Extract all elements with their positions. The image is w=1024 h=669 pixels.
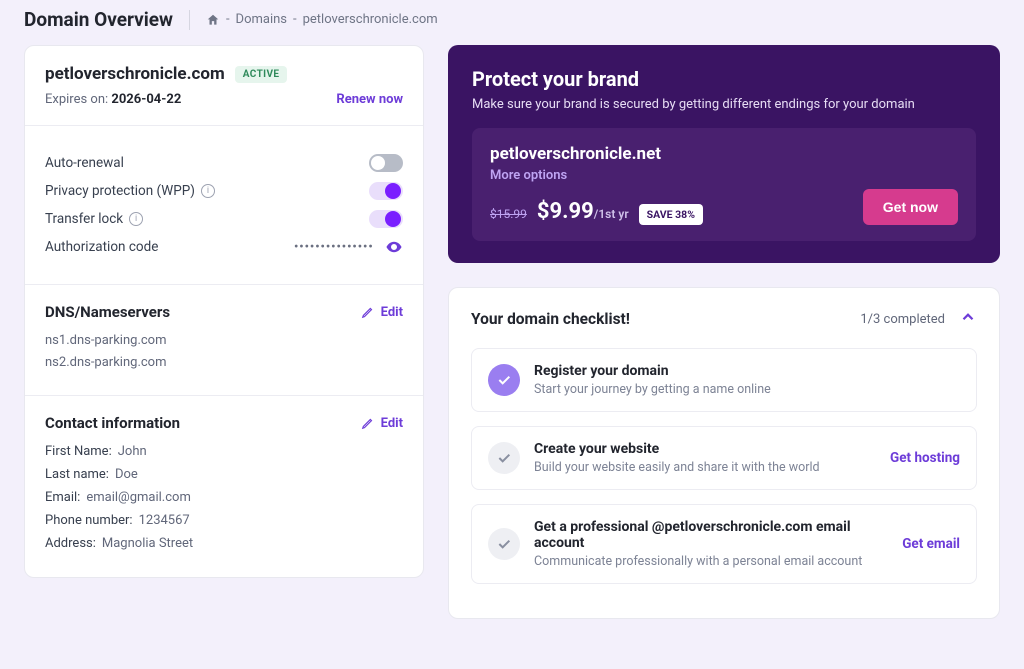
divider — [189, 10, 190, 30]
check-done-icon — [488, 364, 520, 396]
checklist-item-title: Get a professional @petloverschronicle.c… — [534, 519, 888, 551]
check-todo-icon — [488, 442, 520, 474]
new-price: $9.99/1st yr — [537, 199, 629, 224]
checklist-card: Your domain checklist! 1/3 completed Reg… — [448, 287, 1000, 619]
nameserver-2: ns2.dns-parking.com — [45, 355, 403, 370]
pencil-icon — [361, 416, 375, 430]
get-email-link[interactable]: Get email — [902, 536, 960, 552]
collapse-icon[interactable] — [959, 308, 977, 330]
privacy-toggle[interactable] — [369, 182, 403, 200]
dns-edit-link[interactable]: Edit — [361, 305, 403, 320]
checklist-item-desc: Start your journey by getting a name onl… — [534, 382, 960, 397]
privacy-label: Privacy protection (WPP) — [45, 183, 195, 199]
contact-title: Contact information — [45, 414, 180, 432]
domain-name: petloverschronicle.com — [45, 64, 225, 84]
save-badge: SAVE 38% — [639, 204, 703, 225]
pencil-icon — [361, 305, 375, 319]
breadcrumb-domains[interactable]: Domains — [236, 12, 287, 27]
contact-last-name: Last name:Doe — [45, 467, 403, 482]
contact-edit-link[interactable]: Edit — [361, 416, 403, 431]
breadcrumb-sep: - — [226, 12, 230, 27]
check-todo-icon — [488, 528, 520, 560]
get-hosting-link[interactable]: Get hosting — [890, 450, 960, 466]
more-options-link[interactable]: More options — [490, 168, 863, 183]
breadcrumb-sep: - — [293, 12, 297, 27]
contact-address: Address:Magnolia Street — [45, 536, 403, 551]
brand-subtitle: Make sure your brand is secured by getti… — [472, 97, 976, 112]
checklist-item-title: Create your website — [534, 441, 876, 457]
contact-email: Email:email@gmail.com — [45, 490, 403, 505]
checklist-progress: 1/3 completed — [860, 312, 945, 327]
auto-renewal-toggle[interactable] — [369, 154, 403, 172]
breadcrumb[interactable]: - Domains - petloverschronicle.com — [206, 12, 438, 27]
auth-code-masked: ••••••••••••••• — [294, 240, 374, 254]
brand-title: Protect your brand — [472, 67, 976, 91]
nameserver-1: ns1.dns-parking.com — [45, 333, 403, 348]
old-price: $15.99 — [490, 207, 527, 221]
status-badge: ACTIVE — [235, 66, 288, 83]
checklist-item-desc: Build your website easily and share it w… — [534, 460, 876, 475]
home-icon[interactable] — [206, 13, 220, 27]
checklist-title: Your domain checklist! — [471, 310, 630, 328]
page-title: Domain Overview — [24, 8, 173, 31]
renew-now-link[interactable]: Renew now — [336, 92, 403, 107]
expires-text: Expires on: 2026-04-22 — [45, 92, 181, 107]
alt-domain: petloverschronicle.net — [490, 144, 863, 164]
checklist-item-desc: Communicate professionally with a person… — [534, 554, 888, 569]
contact-first-name: First Name:John — [45, 444, 403, 459]
auth-code-label: Authorization code — [45, 239, 158, 255]
dns-title: DNS/Nameservers — [45, 303, 170, 321]
checklist-item-email: Get a professional @petloverschronicle.c… — [471, 504, 977, 584]
domain-card: petloverschronicle.com ACTIVE Expires on… — [24, 45, 424, 578]
auto-renewal-label: Auto-renewal — [45, 155, 124, 171]
get-now-button[interactable]: Get now — [863, 189, 958, 225]
checklist-item-register: Register your domain Start your journey … — [471, 348, 977, 412]
checklist-item-website: Create your website Build your website e… — [471, 426, 977, 490]
info-icon[interactable]: i — [201, 184, 215, 198]
brand-protection-card: Protect your brand Make sure your brand … — [448, 45, 1000, 263]
breadcrumb-current: petloverschronicle.com — [303, 12, 438, 27]
contact-phone: Phone number:1234567 — [45, 513, 403, 528]
transfer-lock-label: Transfer lock — [45, 211, 123, 227]
transfer-lock-toggle[interactable] — [369, 210, 403, 228]
info-icon[interactable]: i — [129, 212, 143, 226]
reveal-icon[interactable] — [385, 238, 403, 256]
checklist-item-title: Register your domain — [534, 363, 960, 379]
